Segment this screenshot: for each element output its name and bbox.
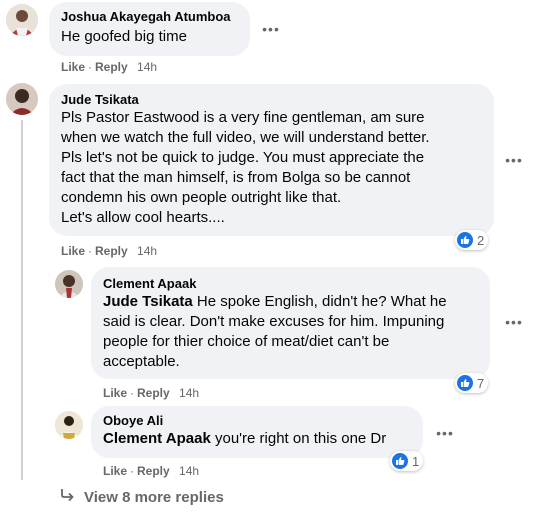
reply-text: Jude Tsikata He spoke English, didn't he… — [103, 292, 478, 372]
reply-button[interactable]: Reply — [95, 244, 128, 258]
comment-text: Pls Pastor Eastwood is a very fine gentl… — [61, 108, 482, 228]
like-button[interactable]: Like — [61, 60, 85, 74]
like-reaction-icon — [392, 453, 408, 469]
reaction-count: 1 — [412, 453, 420, 469]
comment-bubble: Jude Tsikata Pls Pastor Eastwood is a ve… — [49, 84, 494, 236]
reply-line: He spoke English, didn't he? What he — [192, 293, 447, 310]
like-reaction-icon — [457, 232, 473, 248]
like-reaction-icon — [457, 375, 473, 391]
mention-link[interactable]: Jude Tsikata — [103, 293, 193, 310]
more-options-icon[interactable]: ••• — [433, 425, 457, 441]
avatar[interactable] — [6, 83, 38, 115]
reaction-badge[interactable]: 2 — [455, 230, 489, 250]
reply-line: people for thier choice of meat/diet can… — [103, 333, 390, 350]
reaction-badge[interactable]: 1 — [390, 451, 424, 471]
thread-line — [21, 120, 23, 480]
timestamp[interactable]: 14h — [137, 244, 157, 258]
view-more-replies-link[interactable]: View 8 more replies — [60, 488, 224, 506]
reply-bubble: Oboye Ali Clement Apaak you're right on … — [91, 406, 423, 458]
avatar[interactable] — [55, 270, 83, 298]
like-button[interactable]: Like — [103, 386, 127, 400]
mention-link[interactable]: Clement Apaak — [103, 430, 211, 447]
comment-line: Let's allow cool hearts.... — [61, 209, 225, 226]
avatar[interactable] — [6, 4, 38, 36]
more-options-icon[interactable]: ••• — [259, 21, 283, 37]
reaction-count: 7 — [477, 375, 485, 391]
comment-line: condemn his own people outright like tha… — [61, 189, 342, 206]
reaction-count: 2 — [477, 232, 485, 248]
like-button[interactable]: Like — [103, 464, 127, 478]
comment-line: fact that the man himself, is from Bolga… — [61, 169, 411, 186]
more-options-icon[interactable]: ••• — [502, 314, 526, 330]
reply-author[interactable]: Oboye Ali — [103, 413, 411, 428]
reply-button[interactable]: Reply — [137, 386, 170, 400]
reply-author[interactable]: Clement Apaak — [103, 276, 478, 291]
reply-button[interactable]: Reply — [95, 60, 128, 74]
reply-line: acceptable. — [103, 353, 180, 370]
reply-button[interactable]: Reply — [137, 464, 170, 478]
comment-line: Pls Pastor Eastwood is a very fine gentl… — [61, 109, 425, 126]
reply-bubble: Clement Apaak Jude Tsikata He spoke Engl… — [91, 267, 490, 379]
comment-author[interactable]: Joshua Akayegah Atumboa — [61, 9, 238, 24]
comment-bubble: Joshua Akayegah Atumboa He goofed big ti… — [49, 2, 250, 56]
like-button[interactable]: Like — [61, 244, 85, 258]
view-more-label: View 8 more replies — [84, 488, 224, 506]
timestamp[interactable]: 14h — [179, 386, 199, 400]
comment-actions: Like · Reply 14h — [61, 60, 158, 74]
comment-line: when we watch the full video, we will un… — [61, 129, 430, 146]
comment-author[interactable]: Jude Tsikata — [61, 92, 482, 107]
avatar[interactable] — [55, 411, 83, 439]
more-options-icon[interactable]: ••• — [502, 152, 526, 168]
timestamp[interactable]: 14h — [179, 464, 199, 478]
comment-line: Pls let's not be quick to judge. You mus… — [61, 149, 425, 166]
reply-actions: Like · Reply 14h — [103, 386, 200, 400]
timestamp[interactable]: 14h — [137, 60, 157, 74]
reply-line: you're right on this one Dr — [210, 430, 387, 447]
comment-actions: Like · Reply 14h — [61, 244, 158, 258]
reply-line: said is clear. Don't make excuses for hi… — [103, 313, 445, 330]
reply-arrow-icon — [60, 488, 76, 506]
reaction-badge[interactable]: 7 — [455, 373, 489, 393]
reply-text: Clement Apaak you're right on this one D… — [103, 429, 411, 449]
comment-text: He goofed big time — [61, 28, 187, 45]
reply-actions: Like · Reply 14h — [103, 464, 200, 478]
